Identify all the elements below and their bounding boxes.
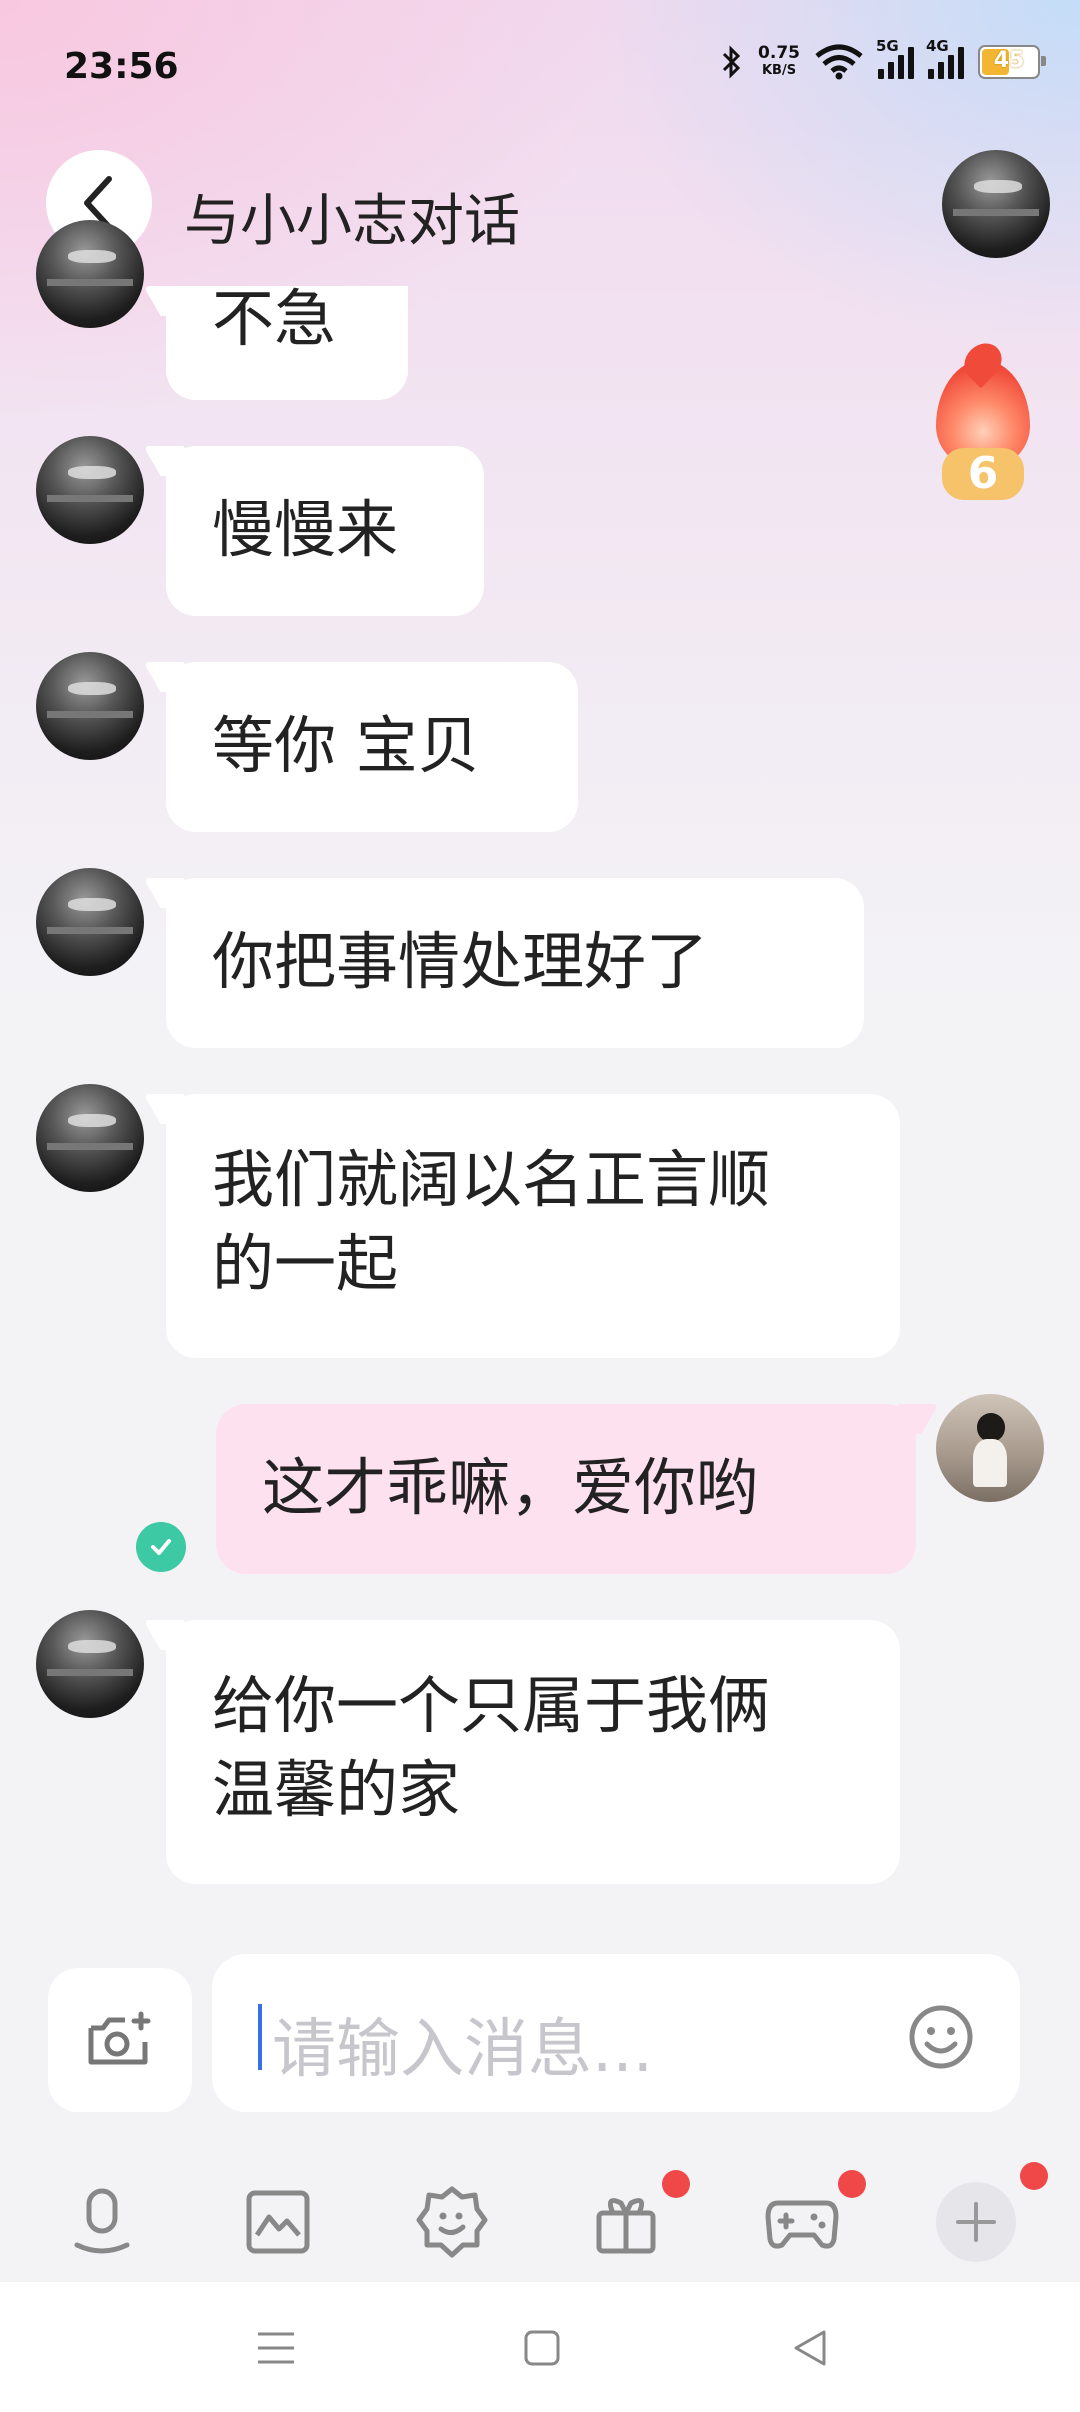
- chat-toolbar: [0, 2162, 1080, 2280]
- game-notification-dot: [838, 2170, 866, 2198]
- gift-icon: [596, 2198, 656, 2254]
- text-cursor: [258, 2004, 262, 2070]
- camera-button[interactable]: [48, 1968, 192, 2112]
- signal-4g-icon: 4G: [926, 37, 964, 79]
- message-bubble[interactable]: 等你 宝贝: [166, 662, 578, 832]
- image-icon: [246, 2190, 310, 2254]
- wifi-icon: [815, 44, 863, 80]
- contact-avatar[interactable]: [36, 436, 144, 544]
- camera-icon: [88, 2011, 151, 2065]
- net-speed-unit: KB/S: [761, 63, 797, 78]
- back-triangle-icon: [794, 2330, 826, 2366]
- voice-button[interactable]: [62, 2182, 142, 2262]
- net-speed-value: 0.75: [758, 43, 800, 63]
- contact-avatar[interactable]: [36, 868, 144, 976]
- emoji-icon[interactable]: [908, 2004, 974, 2070]
- message-text: 不急: [212, 282, 337, 355]
- sticker-icon: [416, 2186, 488, 2258]
- contact-avatar[interactable]: [36, 652, 144, 760]
- message-input-placeholder: 请输入消息...: [272, 2013, 654, 2087]
- message-bubble[interactable]: 给你一个只属于我俩温馨的家: [166, 1620, 900, 1884]
- message-bubble[interactable]: 我们就阔以名正言顺的一起: [166, 1094, 900, 1358]
- more-notification-dot: [1020, 2162, 1048, 2190]
- message-text: 这才乖嘛，爱你哟: [262, 1451, 759, 1524]
- page-title: 与小小志对话: [184, 189, 520, 254]
- message-text: 你把事情处理好了: [212, 925, 709, 998]
- back-nav-button[interactable]: [780, 2318, 840, 2378]
- header-gradient-background: [0, 0, 1080, 1000]
- message-bubble[interactable]: 慢慢来: [166, 446, 484, 616]
- game-button[interactable]: [762, 2182, 842, 2262]
- message-text: 等你 宝贝: [212, 709, 480, 782]
- gift-notification-dot: [662, 2170, 690, 2198]
- contact-avatar[interactable]: [36, 220, 144, 328]
- contact-avatar-header[interactable]: [942, 150, 1050, 258]
- game-icon: [765, 2200, 839, 2249]
- plus-icon: [956, 2202, 996, 2242]
- battery-level: 45: [993, 48, 1025, 73]
- signal-5g-icon: 5G: [876, 37, 914, 79]
- net-speed: 0.75 KB/S: [758, 44, 800, 80]
- home-nav-button[interactable]: [512, 2318, 572, 2378]
- status-bar: 23:56 0.75 KB/S 5G 4G 45: [0, 0, 1080, 140]
- signal-4g-label: 4G: [926, 37, 949, 55]
- menu-nav-button[interactable]: [246, 2318, 306, 2378]
- read-check-icon: [136, 1522, 186, 1572]
- gift-button[interactable]: [586, 2182, 666, 2262]
- voice-icon: [74, 2188, 130, 2254]
- status-icons: 0.75 KB/S 5G 4G 45: [720, 37, 1046, 80]
- streak-badge[interactable]: 6: [930, 360, 1036, 510]
- contact-avatar[interactable]: [36, 1610, 144, 1718]
- signal-5g-label: 5G: [876, 37, 899, 55]
- message-text: 慢慢来: [212, 493, 399, 566]
- message-input[interactable]: 请输入消息...: [212, 1954, 1020, 2112]
- battery-icon: 45: [978, 45, 1046, 79]
- sticker-button[interactable]: [412, 2182, 492, 2262]
- contact-avatar[interactable]: [36, 1084, 144, 1192]
- home-square-icon: [524, 2330, 560, 2366]
- more-button[interactable]: [936, 2182, 1016, 2262]
- message-bubble-sent[interactable]: 这才乖嘛，爱你哟: [216, 1404, 916, 1574]
- message-text: 我们就阔以名正言顺的一起: [212, 1143, 771, 1300]
- my-avatar[interactable]: [936, 1394, 1044, 1502]
- message-bubble[interactable]: 你把事情处理好了: [166, 878, 864, 1048]
- message-text: 给你一个只属于我俩温馨的家: [212, 1669, 771, 1826]
- streak-count: 6: [942, 448, 1024, 500]
- system-nav-bar: [0, 2282, 1080, 2412]
- status-time: 23:56: [64, 46, 179, 87]
- image-button[interactable]: [238, 2182, 318, 2262]
- message-bubble[interactable]: 不急: [166, 286, 408, 400]
- menu-icon: [258, 2332, 294, 2364]
- bluetooth-icon: [722, 45, 741, 79]
